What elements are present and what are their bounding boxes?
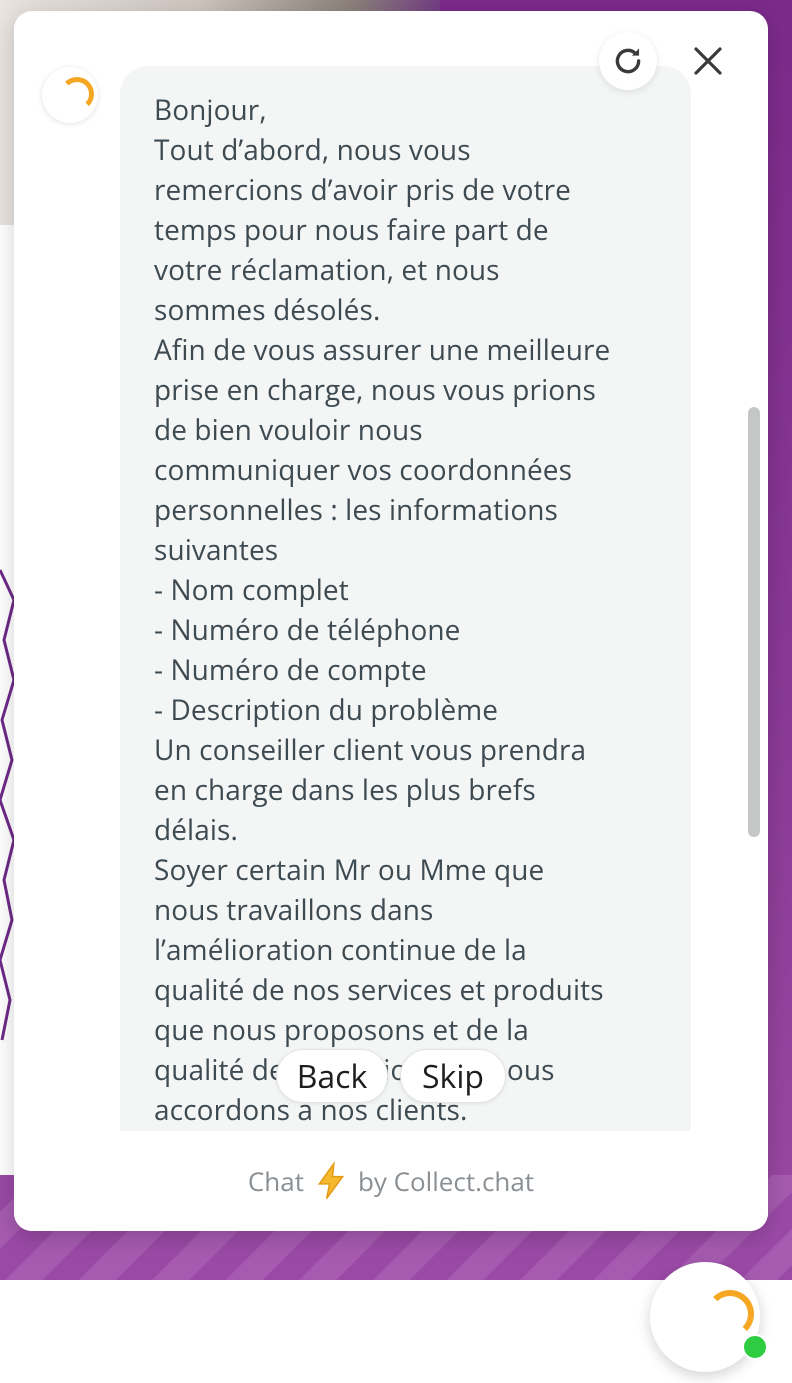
close-icon [694,47,722,75]
launcher-logo-icon [706,1290,754,1338]
message-line: - Description du problème [154,691,499,729]
message-line: communiquer vos coordonnées [154,451,573,489]
back-button[interactable]: Back [276,1049,388,1103]
message-line: Afin de vous assurer une meilleure [154,331,611,369]
chat-message-area[interactable]: Bonjour, Tout d’abord, nous vous remerci… [14,11,768,1131]
message-line: Un conseiller client vous prendra [154,731,587,769]
scrollbar-thumb[interactable] [748,407,760,837]
message-line: l’amélioration continue de la [154,931,527,969]
refresh-icon [615,48,641,74]
skip-button[interactable]: Skip [400,1049,506,1103]
bot-logo-icon [60,77,94,111]
message-line: accordons à nos clients. [154,1091,468,1129]
message-line: personnelles : les informations [154,491,559,529]
bot-avatar [42,67,98,123]
message-line: de bien vouloir nous [154,411,423,449]
message-line: votre réclamation, et nous [154,251,500,289]
close-button[interactable] [679,32,737,90]
message-line: en charge dans les plus brefs [154,771,536,809]
message-line: qualité de nos services et produits [154,971,604,1009]
message-line: nous travaillons dans [154,891,434,929]
message-line: remercions d’avoir pris de votre [154,171,571,209]
chat-footer: Chat by Collect.chat [14,1131,768,1231]
restart-button[interactable] [599,32,657,90]
message-line: que nous proposons et de la [154,1011,529,1049]
lightning-bolt-icon [317,1162,345,1199]
message-line: - Nom complet [154,571,349,609]
message-line: sommes désolés. [154,291,381,329]
message-line: Soyer certain Mr ou Mme que [154,851,545,889]
footer-powered-by-link[interactable]: by Collect.chat [358,1163,534,1199]
bot-message-bubble: Bonjour, Tout d’abord, nous vous remerci… [120,66,691,1131]
message-line: Tout d’abord, nous vous [154,131,471,169]
footer-prefix: Chat [247,1163,304,1199]
message-line: suivantes [154,531,279,569]
online-status-indicator [742,1334,768,1360]
message-line: prise en charge, nous vous prions [154,371,596,409]
message-line: Bonjour, [154,91,267,129]
chat-window: Bonjour, Tout d’abord, nous vous remerci… [14,11,768,1231]
chat-launcher-button[interactable] [650,1262,768,1372]
message-line: délais. [154,811,238,849]
message-line: - Numéro de compte [154,651,427,689]
message-line: - Numéro de téléphone [154,611,461,649]
message-line: temps pour nous faire part de [154,211,549,249]
